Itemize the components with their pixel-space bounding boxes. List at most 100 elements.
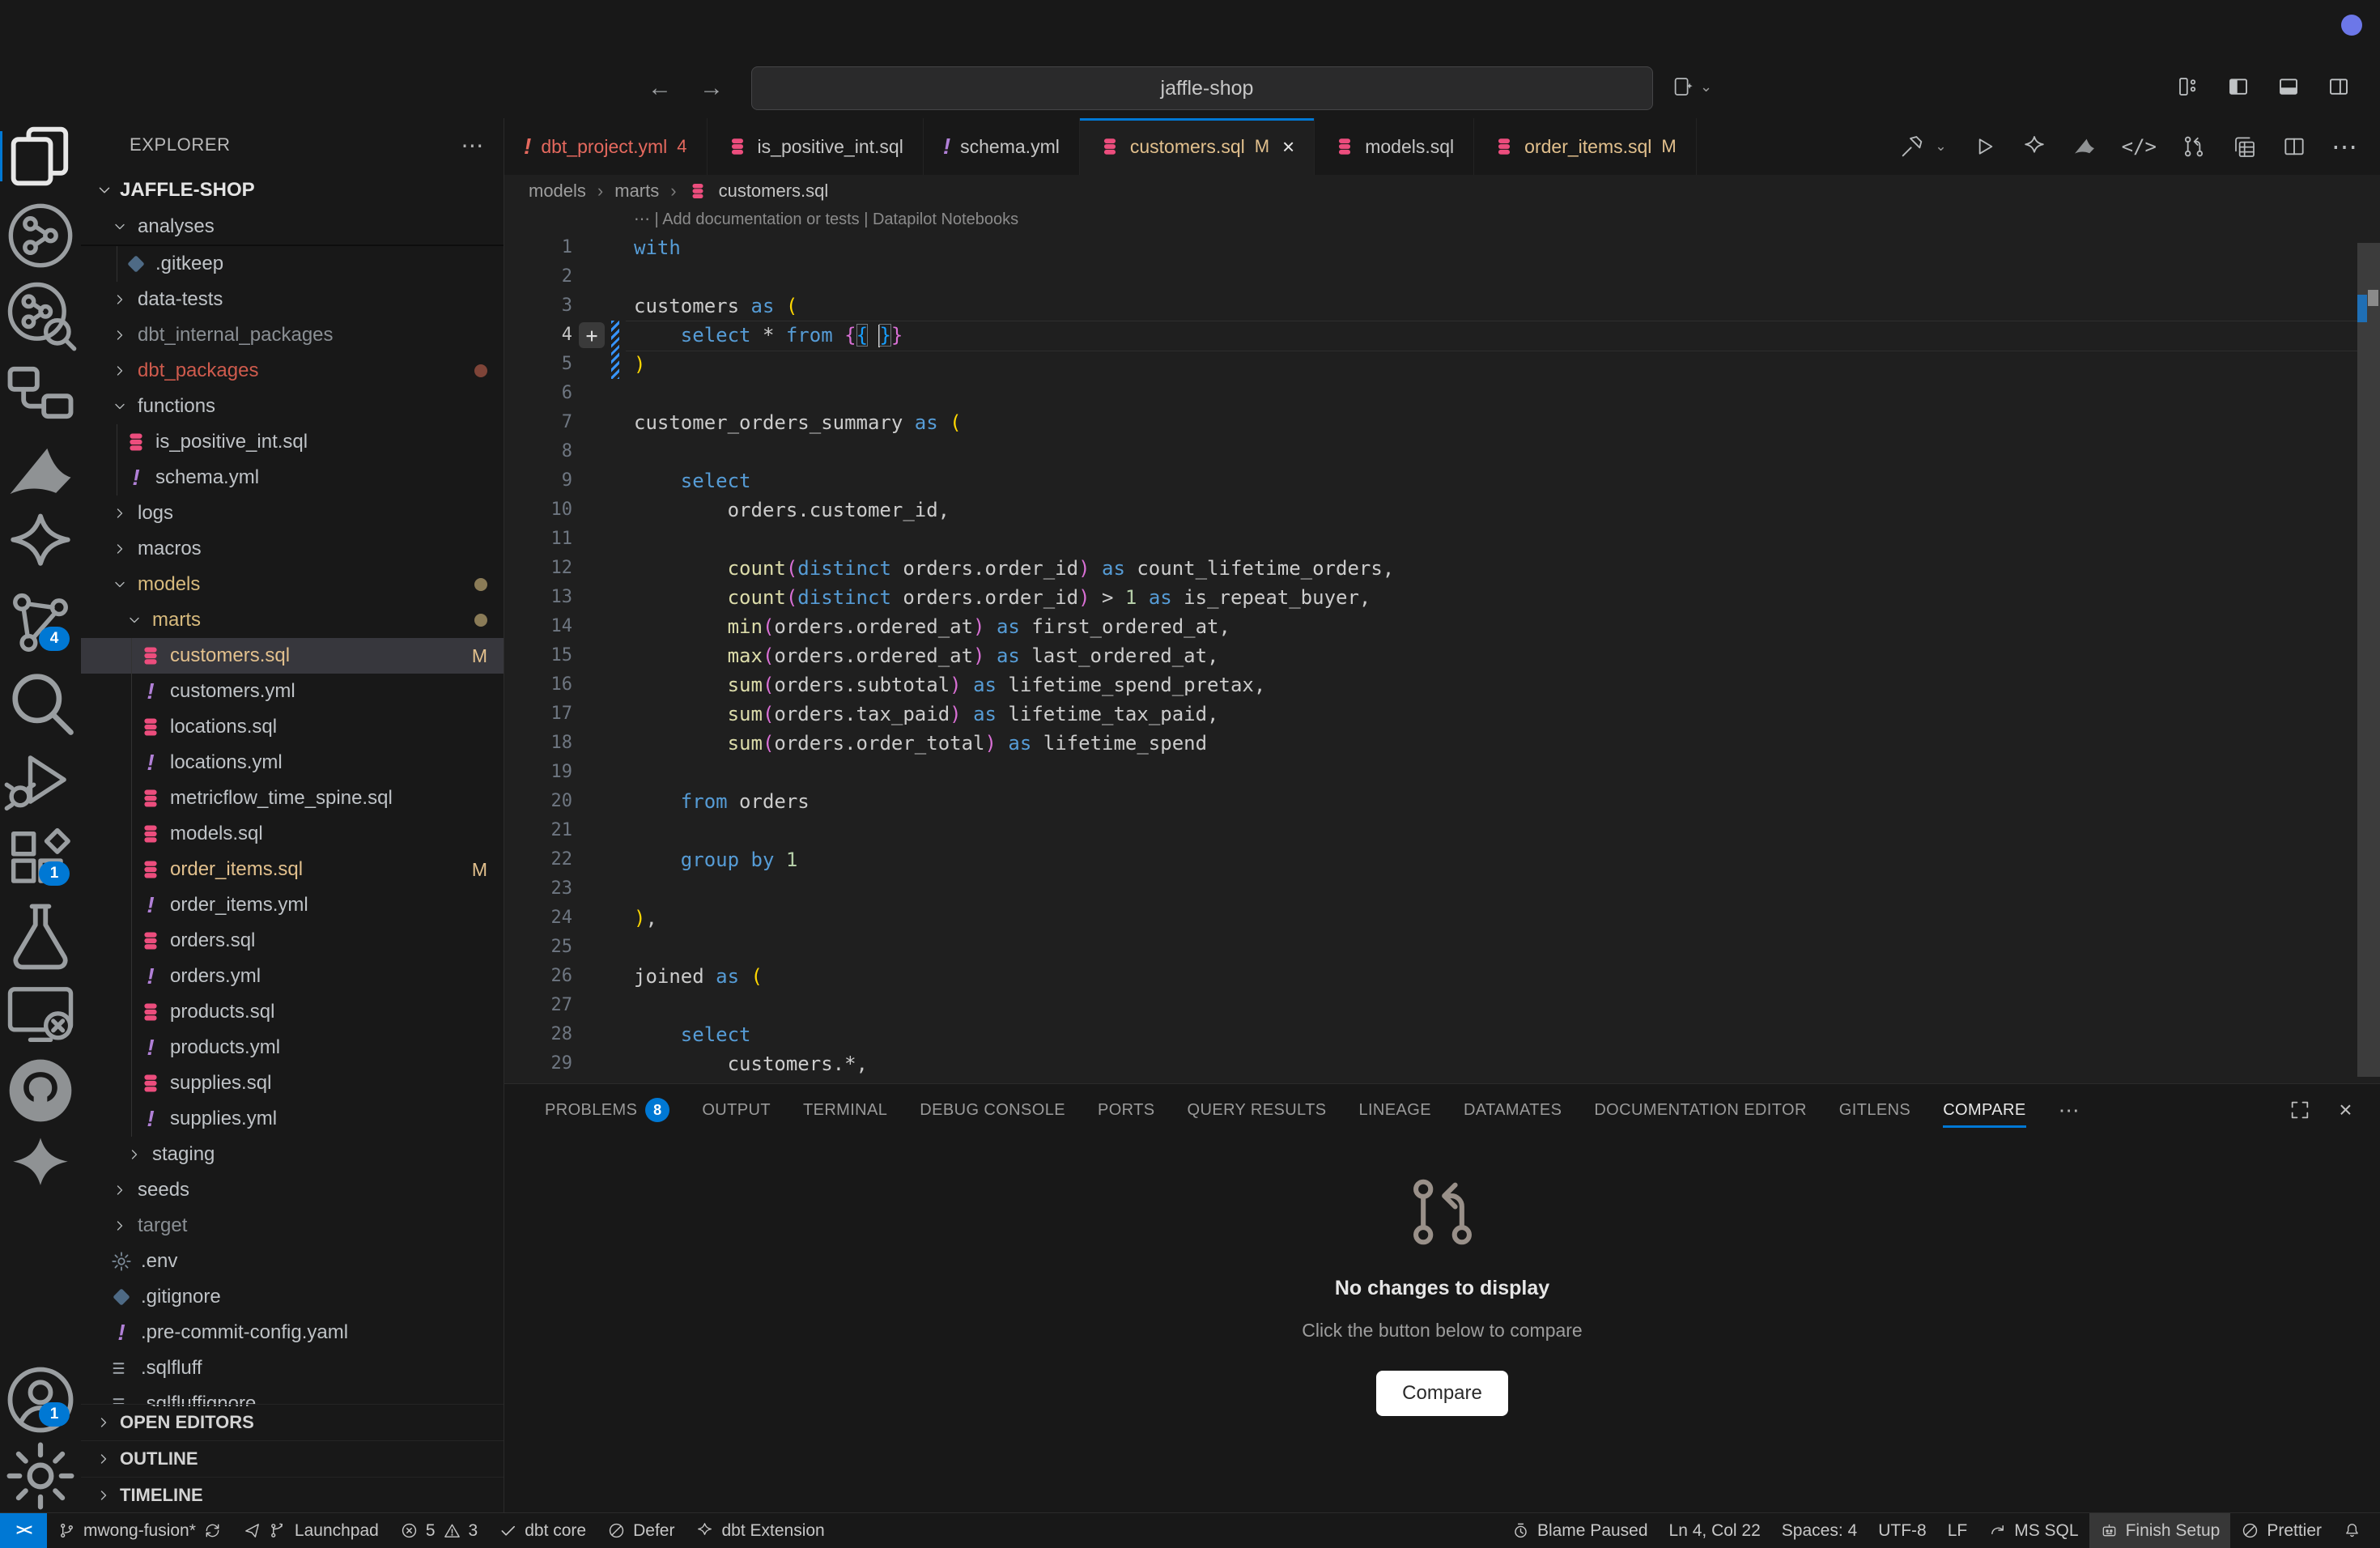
breadcrumb[interactable]: models›marts›customers.sql [504,175,2380,207]
tree-file-schema.yml[interactable]: !schema.yml [81,460,504,495]
tree-file-order-items.sql[interactable]: order_items.sqlM [81,852,504,887]
tree-file-.pre-commit-config.yaml[interactable]: !.pre-commit-config.yaml [81,1315,504,1350]
activity-item-testing[interactable] [0,902,81,972]
tree-file-.gitignore[interactable]: .gitignore [81,1279,504,1315]
scrollbar-thumb[interactable] [2357,243,2380,1077]
activity-item-flowchart-view[interactable] [0,358,81,427]
tree-folder-functions[interactable]: functions [81,389,504,424]
encoding[interactable]: UTF-8 [1868,1513,1937,1548]
notifications-bell[interactable] [2332,1513,2372,1548]
nav-back-button[interactable]: ← [648,74,672,102]
tree-folder-dbt-internal-packages[interactable]: dbt_internal_packages [81,317,504,353]
tree-folder-staging[interactable]: staging [81,1137,504,1172]
cursor-position[interactable]: Ln 4, Col 22 [1659,1513,1771,1548]
defer-status[interactable]: Defer [597,1513,685,1548]
tree-file-customers.yml[interactable]: !customers.yml [81,674,504,709]
tree-folder-dbt-packages[interactable]: dbt_packages [81,353,504,389]
split-editor-button[interactable] [2281,134,2307,159]
activity-item-search[interactable] [0,667,81,737]
close-panel-button[interactable]: × [2339,1097,2352,1123]
language-mode[interactable]: MS SQL [1978,1513,2089,1548]
breadcrumb-item[interactable]: models [529,181,586,202]
activity-item-github[interactable] [0,1056,81,1125]
tree-folder-logs[interactable]: logs [81,495,504,531]
section-open-editors[interactable]: OPEN EDITORS [81,1404,504,1440]
nav-forward-button[interactable]: → [699,74,724,102]
tree-folder-models[interactable]: models [81,567,504,602]
activity-item-dbt-power-user[interactable] [0,512,81,581]
tab-customers.sql[interactable]: customers.sqlM× [1080,118,1315,175]
eol[interactable]: LF [1937,1513,1978,1548]
tree-folder-data-tests[interactable]: data-tests [81,282,504,317]
tree-file-products.sql[interactable]: products.sql [81,994,504,1030]
tree-file-customers.sql[interactable]: customers.sqlM [81,638,504,674]
tree-file-.gitkeep[interactable]: .gitkeep [81,246,504,282]
maximize-panel-button[interactable] [2289,1097,2311,1123]
editor-scrollbar[interactable] [2357,175,2380,1083]
section-timeline[interactable]: TIMELINE [81,1477,504,1513]
tree-file-orders.yml[interactable]: !orders.yml [81,959,504,994]
dbt-test-button[interactable] [2021,134,2047,159]
activity-item-dbt-lineage-search[interactable] [0,280,81,350]
panel-tab-output[interactable]: OUTPUT [702,1084,771,1136]
section-outline[interactable]: OUTLINE [81,1440,504,1477]
tree-folder-analyses[interactable]: analyses [81,209,504,246]
workspace-root-row[interactable]: JAFFLE-SHOP [81,172,504,209]
copilot-menu-button[interactable]: ⌄ [1671,74,1712,99]
activity-item-dbt-lineage[interactable] [0,201,81,270]
dbt-core-status[interactable]: dbt core [488,1513,597,1548]
tree-file-products.yml[interactable]: !products.yml [81,1030,504,1065]
tree-file-orders.sql[interactable]: orders.sql [81,923,504,959]
blame-status[interactable]: Blame Paused [1501,1513,1659,1548]
activity-item-accounts[interactable]: 1 [0,1365,81,1435]
breadcrumb-item[interactable]: customers.sql [719,181,829,202]
tree-file-models.sql[interactable]: models.sql [81,816,504,852]
remote-indicator[interactable]: >< [0,1513,47,1548]
split-layout-button[interactable] [2327,74,2351,99]
tree-folder-target[interactable]: target [81,1208,504,1244]
codelens-actions[interactable]: ⋯ | Add documentation or tests | Datapil… [634,209,1018,229]
tab-is-positive-int.sql[interactable]: is_positive_int.sql [708,118,924,175]
activity-item-dbt-filled[interactable] [0,1133,81,1203]
datapilot-button[interactable] [2072,134,2097,159]
tree-file-locations.sql[interactable]: locations.sql [81,709,504,745]
panel-tab-gitlens[interactable]: GITLENS [1839,1084,1910,1136]
panel-tab-lineage[interactable]: LINEAGE [1358,1084,1431,1136]
activity-item-source-control-graph[interactable]: 4 [0,589,81,659]
compiled-code-button[interactable]: </> [2122,135,2157,158]
more-panel-tabs-button[interactable]: ⋯ [2059,1098,2080,1123]
tab-dbt-project.yml[interactable]: !dbt_project.yml4 [504,118,708,175]
launchpad-status[interactable]: Launchpad [232,1513,389,1548]
finish-setup[interactable]: Finish Setup [2089,1513,2231,1548]
toggle-panel-button[interactable] [2276,74,2301,99]
dbt-build-button[interactable] [1899,134,1925,159]
panel-tab-datamates[interactable]: DATAMATES [1464,1084,1562,1136]
panel-tab-terminal[interactable]: TERMINAL [803,1084,887,1136]
command-center-search[interactable]: jaffle-shop [751,66,1653,110]
tab-schema.yml[interactable]: !schema.yml [924,118,1080,175]
prettier-status[interactable]: Prettier [2230,1513,2332,1548]
indentation[interactable]: Spaces: 4 [1771,1513,1868,1548]
tab-models.sql[interactable]: models.sql [1315,118,1474,175]
git-compare-button[interactable] [2181,134,2207,159]
code-editor[interactable]: 1with23customers as (+4 select * from {{… [504,233,2357,1083]
explorer-more-actions-icon[interactable]: ⋯ [461,132,484,159]
tree-file-metricflow-time-spine.sql[interactable]: metricflow_time_spine.sql [81,780,504,816]
activity-item-datapilot[interactable] [0,437,81,507]
breadcrumb-item[interactable]: marts [614,181,659,202]
tree-file-.sqlfluff[interactable]: .sqlfluff [81,1350,504,1386]
tree-file-supplies.yml[interactable]: !supplies.yml [81,1101,504,1137]
panel-tab-ports[interactable]: PORTS [1098,1084,1155,1136]
git-branch-status[interactable]: mwong-fusion* [47,1513,232,1548]
problems-status[interactable]: 53 [389,1513,488,1548]
query-results-button[interactable] [2231,134,2257,159]
tree-file-.env[interactable]: .env [81,1244,504,1279]
customize-layout-button[interactable] [2176,74,2200,99]
dbt-extension-status[interactable]: dbt Extension [685,1513,835,1548]
activity-item-run-and-debug[interactable] [0,745,81,814]
tree-file-supplies.sql[interactable]: supplies.sql [81,1065,504,1101]
activity-item-remote-explorer[interactable] [0,978,81,1048]
tree-folder-seeds[interactable]: seeds [81,1172,504,1208]
compare-button[interactable]: Compare [1376,1371,1508,1416]
more-actions-button[interactable]: ⋯ [2331,131,2357,162]
